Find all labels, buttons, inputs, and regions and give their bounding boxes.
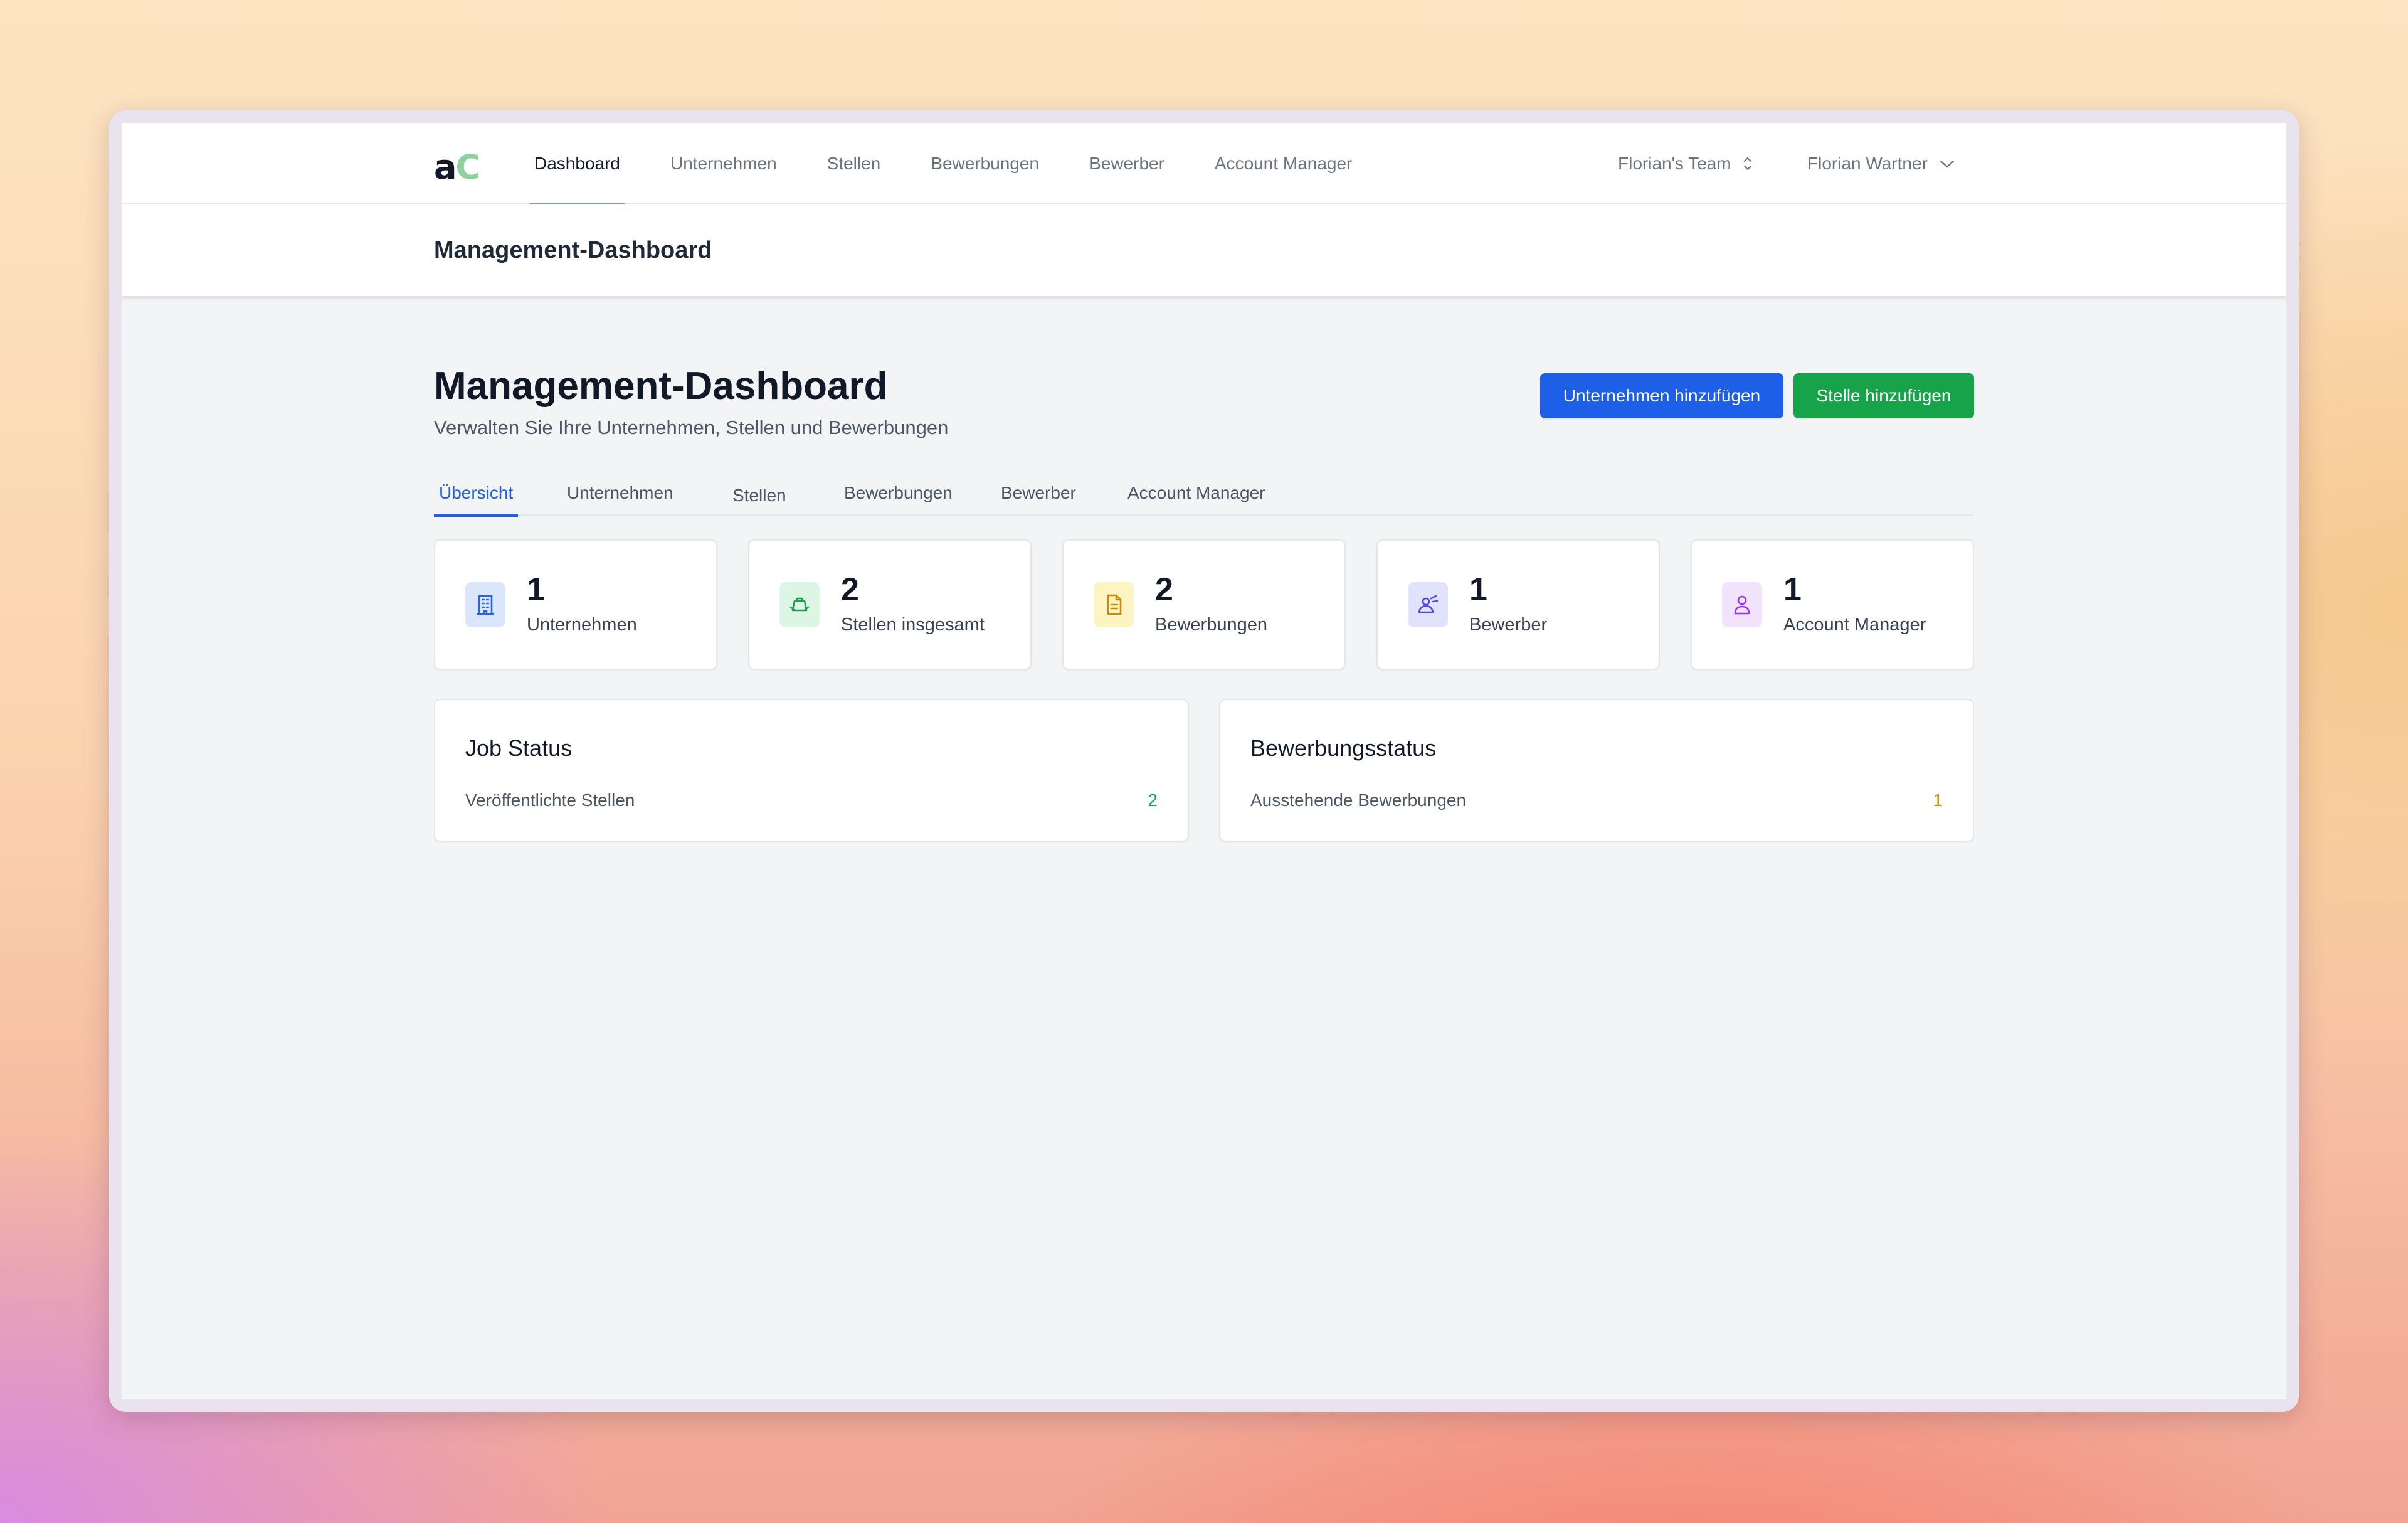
tab-uebersicht[interactable]: Übersicht xyxy=(433,470,519,517)
chevron-down-icon xyxy=(1939,158,1955,169)
tab-unternehmen[interactable]: Unternehmen xyxy=(567,470,673,516)
stat-icon-box xyxy=(779,582,820,627)
document-icon xyxy=(1104,593,1124,617)
nav-item-stellen[interactable]: Stellen xyxy=(822,123,886,204)
user-icon xyxy=(1731,593,1753,616)
briefcase-icon xyxy=(788,593,811,616)
building-icon xyxy=(475,593,496,617)
stat-label: Account Manager xyxy=(1783,615,1926,635)
tab-stellen[interactable]: Stellen xyxy=(732,473,786,518)
chevron-up-down-icon xyxy=(1741,156,1754,172)
stat-label: Bewerber xyxy=(1469,615,1548,635)
stat-card-bewerbungen: 2 Bewerbungen xyxy=(1062,539,1346,670)
stat-label: Bewerbungen xyxy=(1155,615,1267,635)
dashboard-heading: Management-Dashboard xyxy=(434,364,888,408)
stat-value: 1 xyxy=(527,571,545,608)
tab-bewerber[interactable]: Bewerber xyxy=(1001,470,1076,516)
application-status-card: Bewerbungsstatus Ausstehende Bewerbungen… xyxy=(1219,699,1974,842)
tab-bewerbungen[interactable]: Bewerbungen xyxy=(844,470,953,516)
stat-label: Unternehmen xyxy=(527,615,637,635)
dashboard-subtitle: Verwalten Sie Ihre Unternehmen, Stellen … xyxy=(434,417,949,438)
app-logo[interactable]: aC xyxy=(434,151,480,184)
stat-card-stellen: 2 Stellen insgesamt xyxy=(748,539,1032,670)
nav-item-bewerbungen[interactable]: Bewerbungen xyxy=(926,123,1044,204)
stat-value: 1 xyxy=(1783,571,1802,608)
published-jobs-count: 2 xyxy=(1148,790,1158,810)
stat-icon-box xyxy=(465,582,505,627)
stat-card-unternehmen: 1 Unternehmen xyxy=(434,539,717,670)
stat-card-bewerber: 1 Bewerber xyxy=(1376,539,1660,670)
stat-icon-box xyxy=(1094,582,1134,627)
page-header: Management-Dashboard xyxy=(122,204,2286,299)
nav-links: Dashboard Unternehmen Stellen Bewerbunge… xyxy=(529,123,1397,206)
nav-item-account-manager[interactable]: Account Manager xyxy=(1210,123,1357,204)
user-menu[interactable]: Florian Wartner xyxy=(1807,123,1955,204)
nav-item-bewerber[interactable]: Bewerber xyxy=(1084,123,1170,204)
published-jobs-label: Veröffentlichte Stellen xyxy=(465,790,635,810)
logo-letter-a: a xyxy=(434,147,457,187)
stat-value: 2 xyxy=(841,571,859,608)
nav-item-unternehmen[interactable]: Unternehmen xyxy=(665,123,782,204)
app-window: aC Dashboard Unternehmen Stellen Bewerbu… xyxy=(122,123,2286,1399)
stat-icon-box xyxy=(1408,582,1448,627)
team-switcher[interactable]: Florian's Team xyxy=(1618,123,1754,204)
job-status-card: Job Status Veröffentlichte Stellen 2 xyxy=(434,699,1189,842)
team-name: Florian's Team xyxy=(1618,154,1731,173)
stat-value: 2 xyxy=(1155,571,1173,608)
stat-icon-box xyxy=(1722,582,1762,627)
applicant-icon xyxy=(1416,593,1440,616)
application-status-title: Bewerbungsstatus xyxy=(1250,735,1437,761)
pending-applications-count: 1 xyxy=(1933,790,1943,810)
logo-letter-c: C xyxy=(455,147,480,187)
top-navigation: aC Dashboard Unternehmen Stellen Bewerbu… xyxy=(122,123,2286,206)
stat-card-account-manager: 1 Account Manager xyxy=(1691,539,1974,670)
stat-label: Stellen insgesamt xyxy=(841,615,985,635)
page-title: Management-Dashboard xyxy=(434,237,712,263)
window-frame: aC Dashboard Unternehmen Stellen Bewerbu… xyxy=(109,110,2299,1412)
add-company-button[interactable]: Unternehmen hinzufügen xyxy=(1540,373,1783,418)
user-name: Florian Wartner xyxy=(1807,154,1928,173)
tab-account-manager[interactable]: Account Manager xyxy=(1127,470,1265,516)
stat-value: 1 xyxy=(1469,571,1487,608)
tab-bar: Übersicht Unternehmen Stellen Bewerbunge… xyxy=(433,470,1974,518)
pending-applications-label: Ausstehende Bewerbungen xyxy=(1250,790,1467,810)
add-job-button[interactable]: Stelle hinzufügen xyxy=(1793,373,1974,418)
nav-item-dashboard[interactable]: Dashboard xyxy=(529,123,625,206)
job-status-title: Job Status xyxy=(465,735,573,761)
